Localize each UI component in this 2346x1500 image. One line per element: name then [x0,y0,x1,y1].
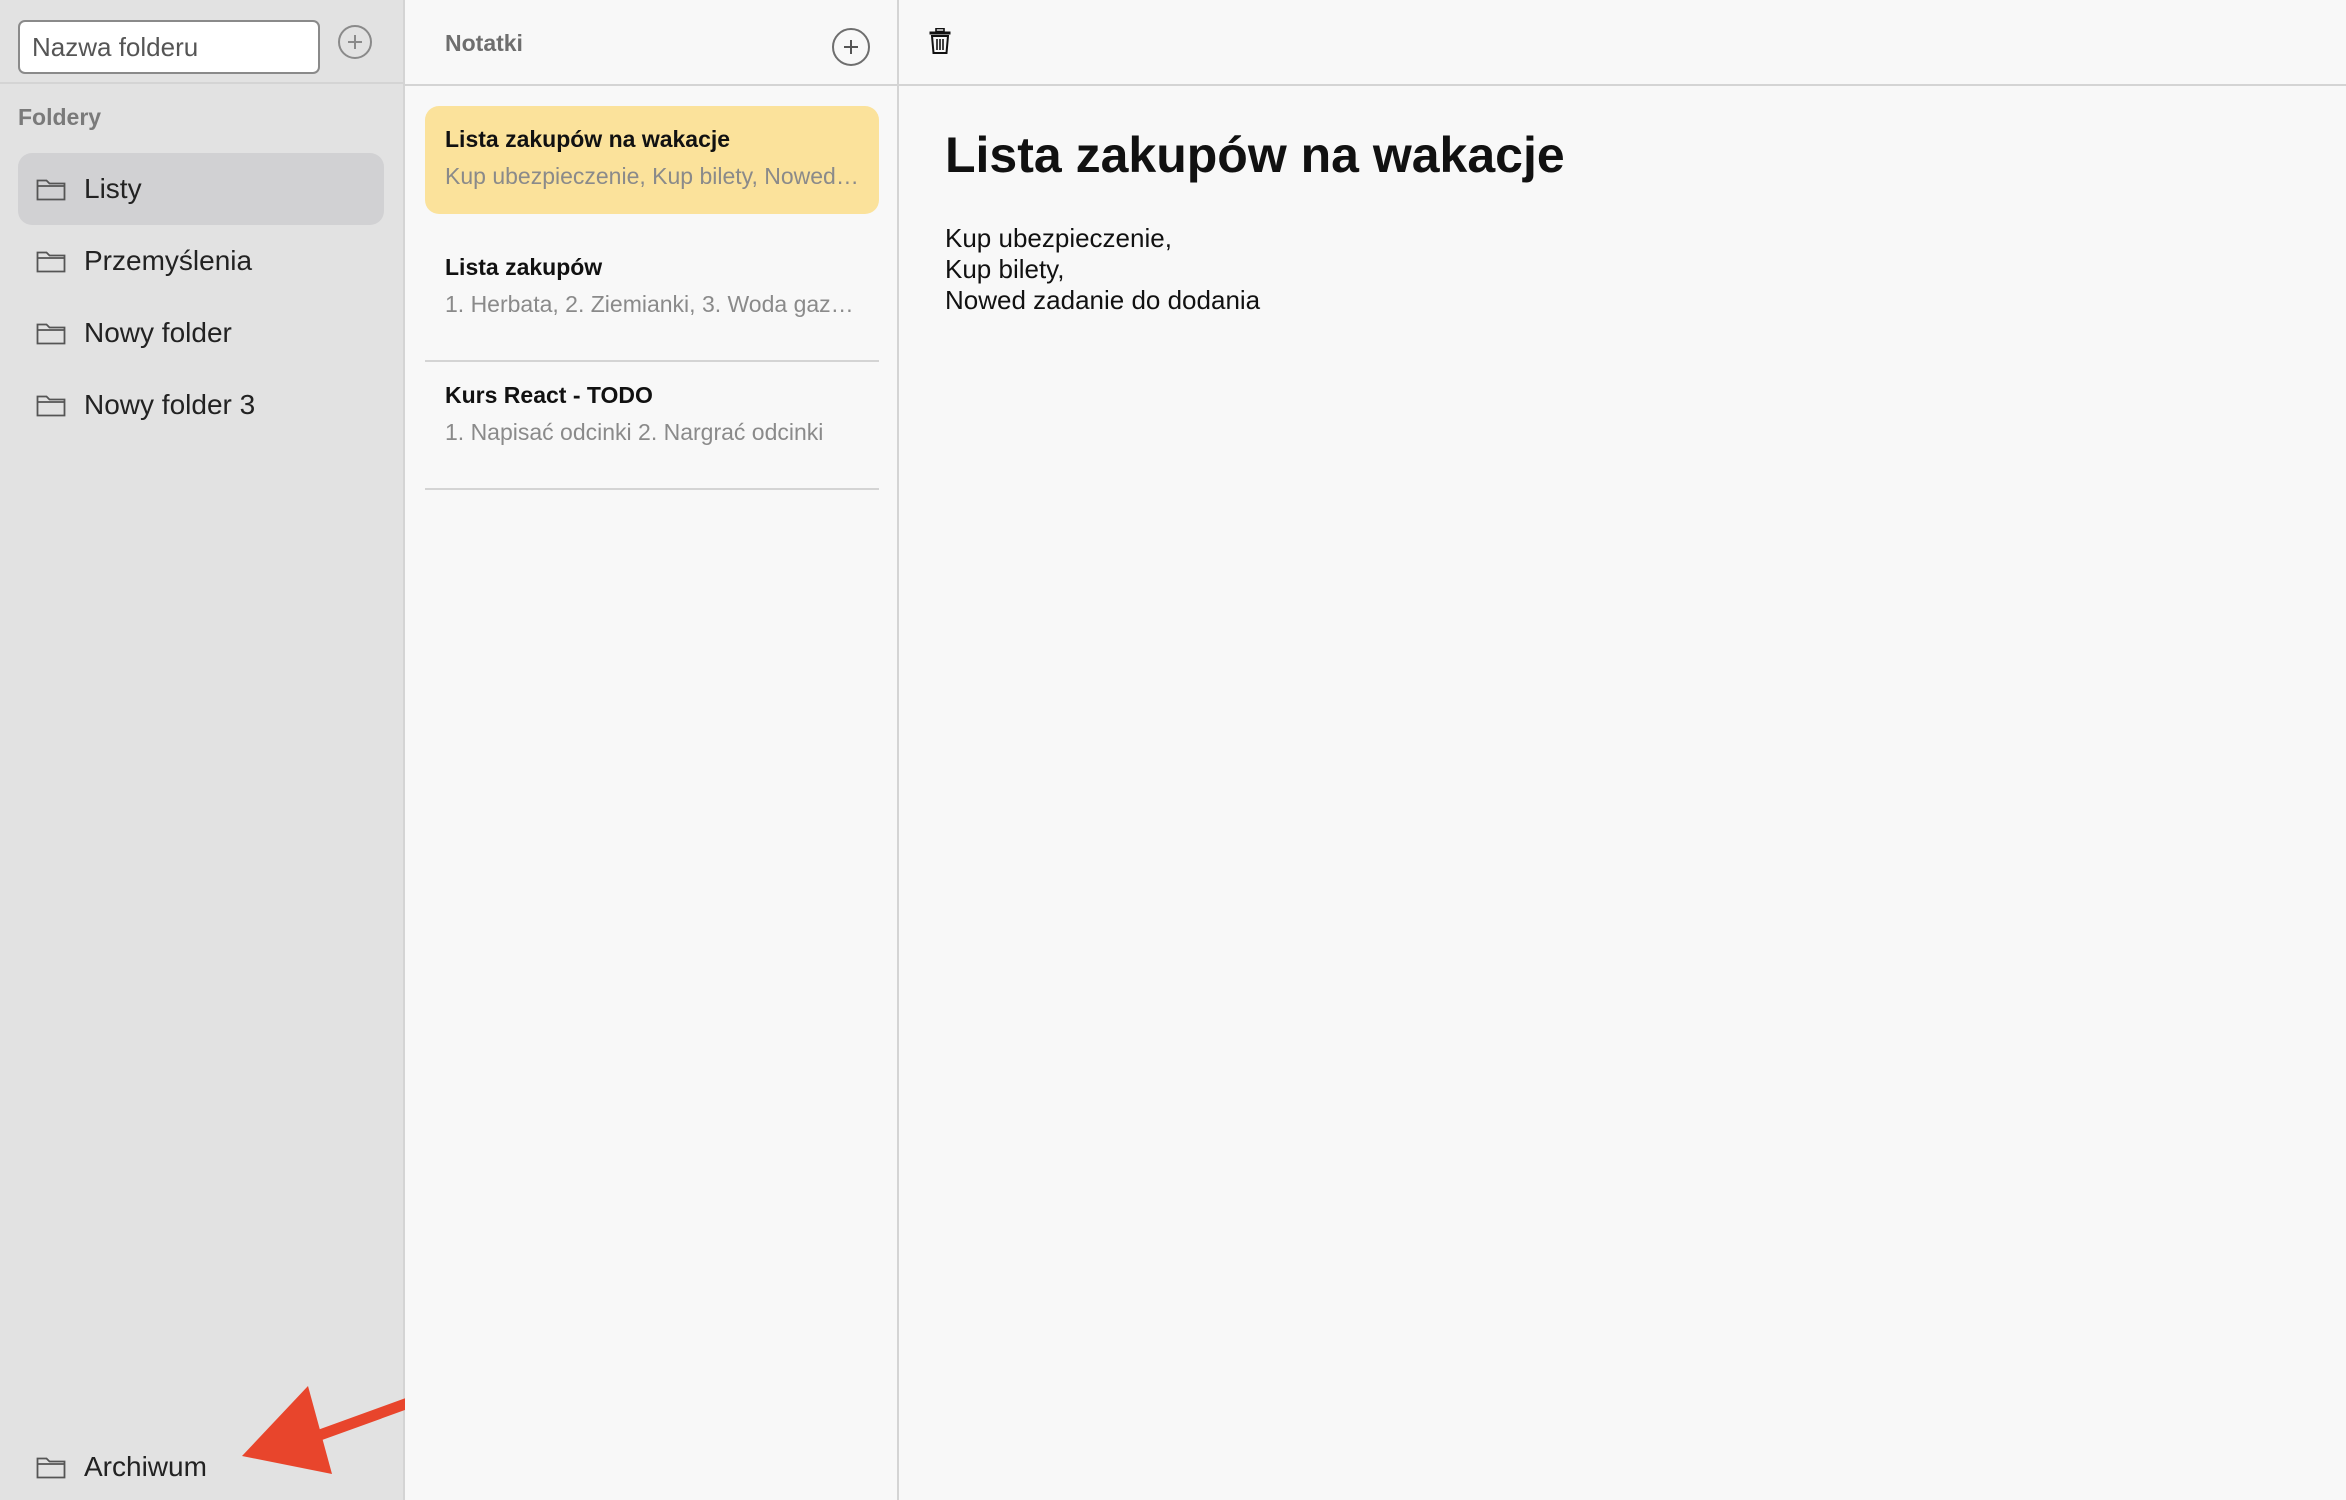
note-title: Kurs React - TODO [445,382,653,408]
note-line: Nowed zadanie do dodania [945,285,1261,315]
folder-icon [36,179,66,201]
notes-title: Notatki [445,30,523,56]
note-line: Kup ubezpieczenie, [945,223,1172,253]
folder-icon [36,1457,66,1479]
sidebar-toolbar [0,0,403,84]
note-preview: 1. Napisać odcinki 2. Nargrać odcinki [445,419,824,445]
folder-label: Nowy folder [84,317,232,348]
note-editor: Lista zakupów na wakacje Kup ubezpieczen… [899,0,2346,1500]
folder-label: Nowy folder 3 [84,389,256,420]
note-heading[interactable]: Lista zakupów na wakacje [945,126,1565,184]
note-title: Lista zakupów [445,254,603,280]
notes-toolbar: Notatki [405,0,897,86]
folder-icon [36,323,66,345]
note-title: Lista zakupów na wakacje [445,126,731,152]
add-note-button[interactable] [832,28,870,66]
note-item-active[interactable]: Lista zakupów na wakacje Kup ubezpieczen… [425,106,879,214]
folder-label: Listy [84,173,142,204]
folders-section-title: Foldery [18,104,102,130]
editor-toolbar [899,0,2346,86]
trash-icon[interactable] [929,28,951,54]
note-line: Kup bilety, [945,254,1065,284]
folder-icon [36,251,66,273]
folder-list: Listy Przemyślenia Nowy folder Nowy fold… [18,153,384,441]
folder-name-input[interactable] [18,20,320,74]
folder-label: Przemyślenia [84,245,253,276]
folder-item-listy[interactable]: Listy [18,153,384,225]
folder-item-nowy-folder-3[interactable]: Nowy folder 3 [18,369,384,441]
note-body[interactable]: Kup ubezpieczenie, Kup bilety, Nowed zad… [945,223,1260,316]
note-list: Lista zakupów na wakacje Kup ubezpieczen… [425,106,879,490]
folder-item-przemyslenia[interactable]: Przemyślenia [18,225,384,297]
folder-item-nowy-folder[interactable]: Nowy folder [18,297,384,369]
add-folder-button[interactable] [338,25,372,59]
notes-app: Foldery Listy Przemyślenia Nowy folder [0,0,2346,1500]
folder-icon [36,395,66,417]
notes-panel: Notatki Lista zakupów na wakacje Kup ube… [405,0,899,1500]
archive-label: Archiwum [84,1451,207,1482]
sidebar: Foldery Listy Przemyślenia Nowy folder [0,0,450,1500]
note-item[interactable]: Lista zakupów 1. Herbata, 2. Ziemianki, … [425,234,879,362]
note-preview: Kup ubezpieczenie, Kup bilety, Nowed zad… [445,163,859,189]
note-item[interactable]: Kurs React - TODO 1. Napisać odcinki 2. … [425,362,879,490]
note-preview: 1. Herbata, 2. Ziemianki, 3. Woda gazowa… [445,291,859,317]
